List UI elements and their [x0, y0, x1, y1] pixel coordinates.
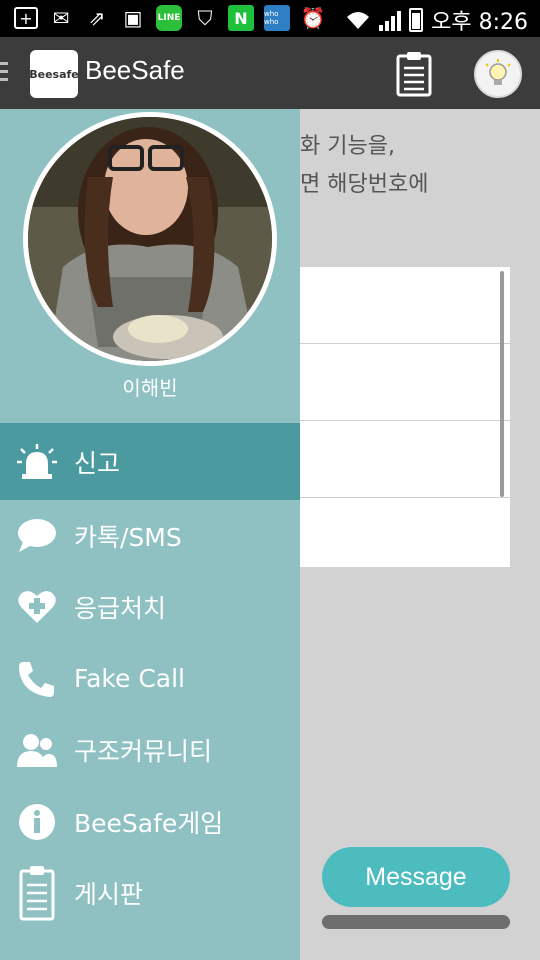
main-text-line: 화 기능을,: [300, 134, 395, 159]
app-logo[interactable]: Beesafe: [29, 50, 79, 98]
menu-item-beesafe-game[interactable]: BeeSafe게임: [0, 786, 300, 858]
menu-item-label: 카톡/SMS: [74, 522, 182, 552]
clipboard-icon[interactable]: [396, 51, 432, 97]
naver-icon: N: [228, 5, 254, 31]
image-icon: ▣: [123, 6, 143, 30]
drawer-menu: 신고 카톡/SMS 응급처치 Fake Call 구조커뮤니티 BeeSafe게…: [0, 423, 300, 929]
phone-icon: [0, 660, 74, 698]
mail-icon: ✉: [52, 6, 70, 30]
battery-icon: [409, 8, 424, 32]
status-time: 오후 8:26: [431, 10, 528, 35]
list-item[interactable]: [300, 344, 510, 421]
info-icon: [0, 803, 74, 841]
menu-item-label: 신고: [74, 448, 121, 478]
main-list[interactable]: [300, 267, 510, 567]
message-bar: [322, 915, 510, 929]
menu-item-label: Fake Call: [74, 664, 185, 694]
people-icon: [0, 733, 74, 768]
shield-icon: ⛉: [197, 6, 213, 30]
line-app-icon: LINE: [156, 5, 182, 31]
menu-item-report[interactable]: 신고: [0, 423, 300, 500]
hamburger-icon[interactable]: [0, 62, 8, 86]
list-item[interactable]: [300, 421, 510, 498]
menu-item-kakao-sms[interactable]: 카톡/SMS: [0, 500, 300, 572]
navigation-drawer: 이해빈 신고 카톡/SMS 응급처치 Fake Call 구조커뮤니티 BeeS…: [0, 109, 300, 960]
alarm-icon: ⏰: [300, 6, 326, 30]
wifi-icon: [345, 7, 371, 33]
main-description: 화 기능을, 면 해당번호에: [300, 128, 540, 204]
main-text-line: 면 해당번호에: [300, 172, 429, 197]
menu-item-label: 게시판: [74, 880, 144, 910]
share-icon: ⇗: [88, 6, 106, 30]
menu-item-rescue-community[interactable]: 구조커뮤니티: [0, 715, 300, 787]
clipboard-icon: [0, 865, 74, 921]
avatar[interactable]: [23, 112, 277, 366]
profile-name: 이해빈: [122, 376, 178, 400]
menu-item-label: BeeSafe게임: [74, 808, 224, 838]
message-button[interactable]: Message: [322, 847, 510, 907]
menu-item-label: 응급처치: [74, 594, 167, 624]
heart-plus-icon: [0, 589, 74, 625]
menu-item-board[interactable]: 게시판: [0, 858, 300, 930]
lightbulb-icon: [485, 59, 511, 85]
chat-bubble-icon: [0, 518, 74, 554]
siren-icon: [0, 443, 74, 480]
whowho-icon: who who: [264, 5, 290, 31]
app-title: BeeSafe: [85, 55, 185, 85]
list-item[interactable]: [300, 267, 510, 344]
add-icon: +: [14, 7, 38, 29]
menu-item-fake-call[interactable]: Fake Call: [0, 643, 300, 715]
menu-item-first-aid[interactable]: 응급처치: [0, 572, 300, 644]
signal-icon: [379, 9, 402, 31]
app-bar: Beesafe BeeSafe: [0, 37, 540, 109]
lightbulb-button[interactable]: [474, 50, 522, 98]
menu-item-label: 구조커뮤니티: [74, 737, 213, 767]
status-bar: + ✉ ⇗ ▣ LINE ⛉ N who who ⏰ 오후 8:26: [0, 0, 540, 37]
scrollbar[interactable]: [500, 271, 504, 497]
